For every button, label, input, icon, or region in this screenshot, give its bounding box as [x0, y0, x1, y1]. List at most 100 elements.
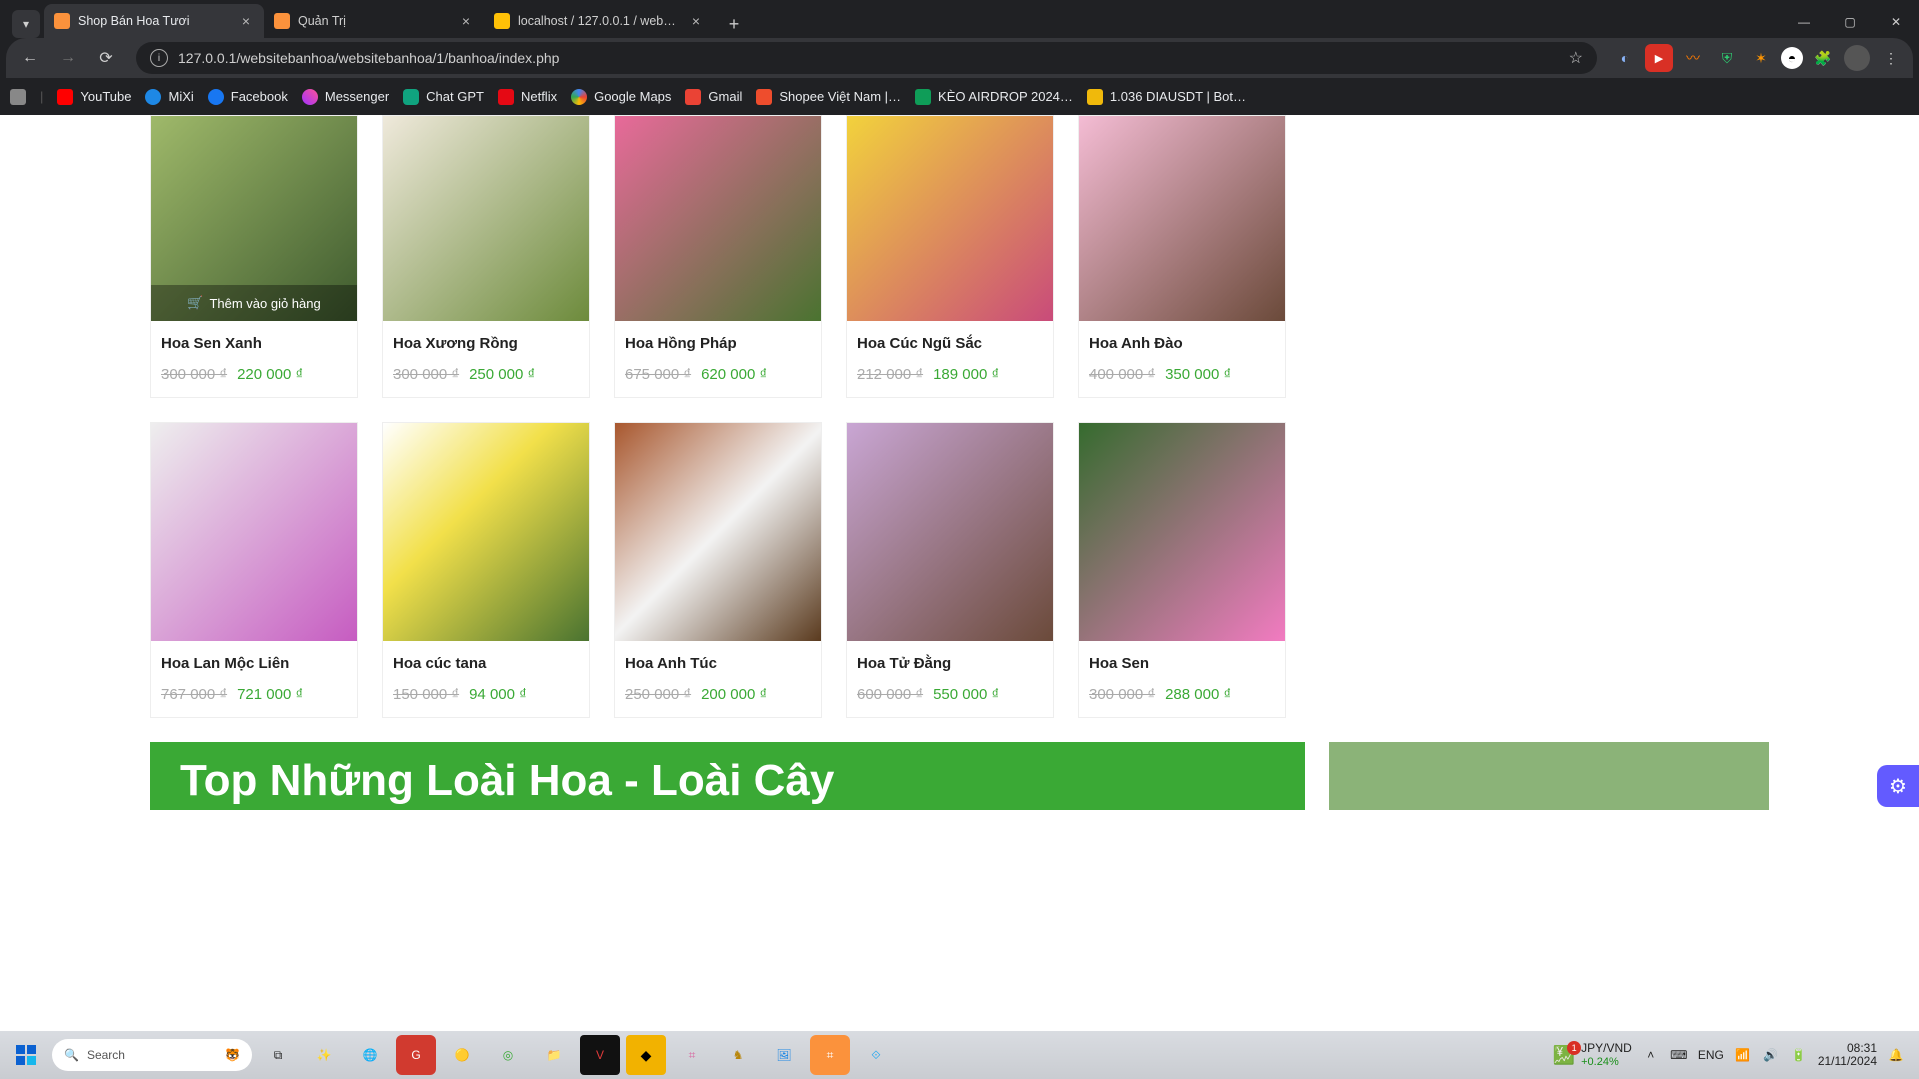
extension-icon[interactable]: 〰: [1679, 44, 1707, 72]
settings-float-button[interactable]: ⚙: [1877, 765, 1919, 807]
wifi-icon[interactable]: 📶: [1734, 1046, 1752, 1064]
bookmark-label: Messenger: [325, 89, 389, 104]
site-info-icon[interactable]: i: [150, 49, 168, 67]
bookmark-label: Shopee Việt Nam |…: [779, 89, 901, 104]
bookmark-shopee[interactable]: Shopee Việt Nam |…: [756, 89, 901, 105]
app-button[interactable]: ⌗: [672, 1035, 712, 1075]
tab-phpmyadmin[interactable]: localhost / 127.0.0.1 / webbanh ×: [484, 4, 714, 38]
omnibox[interactable]: i 127.0.0.1/websitebanhoa/websitebanhoa/…: [136, 42, 1597, 74]
new-tab-button[interactable]: +: [720, 10, 748, 38]
tray-chevron-icon[interactable]: ˄: [1642, 1046, 1660, 1064]
cart-icon: 🛒: [187, 295, 203, 311]
page-viewport[interactable]: 🛒Thêm vào giỏ hàng Hoa Sen Xanh 300 000 …: [0, 115, 1919, 1046]
product-card[interactable]: Hoa Anh Túc250 000 ₫200 000 ₫: [614, 422, 822, 718]
price-new: 350 000 ₫: [1165, 366, 1231, 383]
vscode-button[interactable]: ⟐: [856, 1035, 896, 1075]
price-old: 300 000 ₫: [1089, 686, 1155, 703]
product-card[interactable]: Hoa Xương Rồng300 000 ₫250 000 ₫: [382, 115, 590, 398]
bookmark-star-icon[interactable]: ☆: [1569, 48, 1583, 68]
app-button[interactable]: ◆: [626, 1035, 666, 1075]
app-button[interactable]: ◎: [488, 1035, 528, 1075]
bookmark-facebook[interactable]: Facebook: [208, 89, 288, 105]
reload-button[interactable]: ⟳: [90, 42, 122, 74]
bookmark-airdrop[interactable]: KÈO AIRDROP 2024…: [915, 89, 1073, 105]
minimize-button[interactable]: ―: [1781, 6, 1827, 38]
add-to-cart-button[interactable]: 🛒Thêm vào giỏ hàng: [151, 285, 357, 321]
tab-bar: ▾ Shop Bán Hoa Tươi × Quản Trị × localho…: [0, 0, 1919, 38]
tray-keyboard-icon[interactable]: ⌨: [1670, 1046, 1688, 1064]
bookmark-chatgpt[interactable]: Chat GPT: [403, 89, 484, 105]
app-button[interactable]: V: [580, 1035, 620, 1075]
battery-icon[interactable]: 🔋: [1790, 1046, 1808, 1064]
bookmark-binance[interactable]: 1.036 DIAUSDT | Bot…: [1087, 89, 1246, 105]
product-card[interactable]: 🛒Thêm vào giỏ hàng Hoa Sen Xanh 300 000 …: [150, 115, 358, 398]
close-icon[interactable]: ×: [458, 13, 474, 29]
price-new: 189 000 ₫: [933, 366, 999, 383]
product-card[interactable]: Hoa Hồng Pháp675 000 ₫620 000 ₫: [614, 115, 822, 398]
bookmark-label: Gmail: [708, 89, 742, 104]
bookmark-messenger[interactable]: Messenger: [302, 89, 389, 105]
gear-icon: ⚙: [1889, 774, 1907, 799]
volume-icon[interactable]: 🔊: [1762, 1046, 1780, 1064]
explorer-button[interactable]: 📁: [534, 1035, 574, 1075]
bookmark-gmail[interactable]: Gmail: [685, 89, 742, 105]
back-button[interactable]: ←: [14, 42, 46, 74]
browser-chrome: ▾ Shop Bán Hoa Tươi × Quản Trị × localho…: [0, 0, 1919, 115]
bookmark-label: Netflix: [521, 89, 557, 104]
close-icon[interactable]: ×: [688, 13, 704, 29]
task-view-button[interactable]: ⧉: [258, 1035, 298, 1075]
chrome-menu-button[interactable]: ⋮: [1877, 44, 1905, 72]
price-old: 600 000 ₫: [857, 686, 923, 703]
product-card[interactable]: Hoa Anh Đào400 000 ₫350 000 ₫: [1078, 115, 1286, 398]
extension-icon[interactable]: ✶: [1747, 44, 1775, 72]
product-image: [383, 116, 589, 321]
product-name: Hoa Sen: [1089, 655, 1275, 672]
product-card[interactable]: Hoa Tử Đằng600 000 ₫550 000 ₫: [846, 422, 1054, 718]
close-icon[interactable]: ×: [238, 13, 254, 29]
bookmark-youtube[interactable]: YouTube: [57, 89, 131, 105]
xampp-button[interactable]: ⌗: [810, 1035, 850, 1075]
price-new: 721 000 ₫: [237, 686, 303, 703]
price-old: 150 000 ₫: [393, 686, 459, 703]
product-card[interactable]: Hoa Sen300 000 ₫288 000 ₫: [1078, 422, 1286, 718]
chrome-button[interactable]: 🟡: [442, 1035, 482, 1075]
bookmark-label: Chat GPT: [426, 89, 484, 104]
bookmark-maps[interactable]: Google Maps: [571, 89, 671, 105]
taskbar-search[interactable]: 🔍 Search 🐯: [52, 1039, 252, 1071]
stock-widget[interactable]: 💹1 JPY/VND+0.24%: [1553, 1042, 1632, 1067]
app-button[interactable]: G: [396, 1035, 436, 1075]
profile-button[interactable]: [1843, 44, 1871, 72]
product-card[interactable]: Hoa Lan Mộc Liên767 000 ₫721 000 ₫: [150, 422, 358, 718]
extension-icon[interactable]: ◐: [1611, 44, 1639, 72]
bookmark-label: Facebook: [231, 89, 288, 104]
maximize-button[interactable]: ▢: [1827, 6, 1873, 38]
price-old: 300 000 ₫: [393, 366, 459, 383]
product-card[interactable]: Hoa cúc tana150 000 ₫94 000 ₫: [382, 422, 590, 718]
bookmark-mixi[interactable]: MiXi: [145, 89, 193, 105]
edge-button[interactable]: 🌐: [350, 1035, 390, 1075]
tray-language[interactable]: ENG: [1698, 1048, 1724, 1062]
app-button[interactable]: ♞: [718, 1035, 758, 1075]
extension-icon[interactable]: ◓: [1781, 47, 1803, 69]
price-new: 250 000 ₫: [469, 366, 535, 383]
price-new: 550 000 ₫: [933, 686, 999, 703]
forward-button[interactable]: →: [52, 42, 84, 74]
notifications-icon[interactable]: 🔔: [1887, 1046, 1905, 1064]
price-new: 220 000 ₫: [237, 366, 303, 383]
extensions-button[interactable]: 🧩: [1809, 44, 1837, 72]
extension-icon[interactable]: ▶: [1645, 44, 1673, 72]
apps-button[interactable]: [10, 89, 26, 105]
tab-search-button[interactable]: ▾: [12, 10, 40, 38]
bookmark-label: KÈO AIRDROP 2024…: [938, 89, 1073, 104]
tab-shop[interactable]: Shop Bán Hoa Tươi ×: [44, 4, 264, 38]
product-card[interactable]: Hoa Cúc Ngũ Sắc212 000 ₫189 000 ₫: [846, 115, 1054, 398]
extension-icon[interactable]: ⛨: [1713, 44, 1741, 72]
tray-clock[interactable]: 08:31 21/11/2024: [1818, 1042, 1877, 1068]
copilot-button[interactable]: ✨: [304, 1035, 344, 1075]
start-button[interactable]: [6, 1035, 46, 1075]
close-window-button[interactable]: ✕: [1873, 6, 1919, 38]
bookmark-netflix[interactable]: Netflix: [498, 89, 557, 105]
youtube-icon: [57, 89, 73, 105]
tab-admin[interactable]: Quản Trị ×: [264, 4, 484, 38]
search-icon: 🔍: [64, 1048, 79, 1062]
